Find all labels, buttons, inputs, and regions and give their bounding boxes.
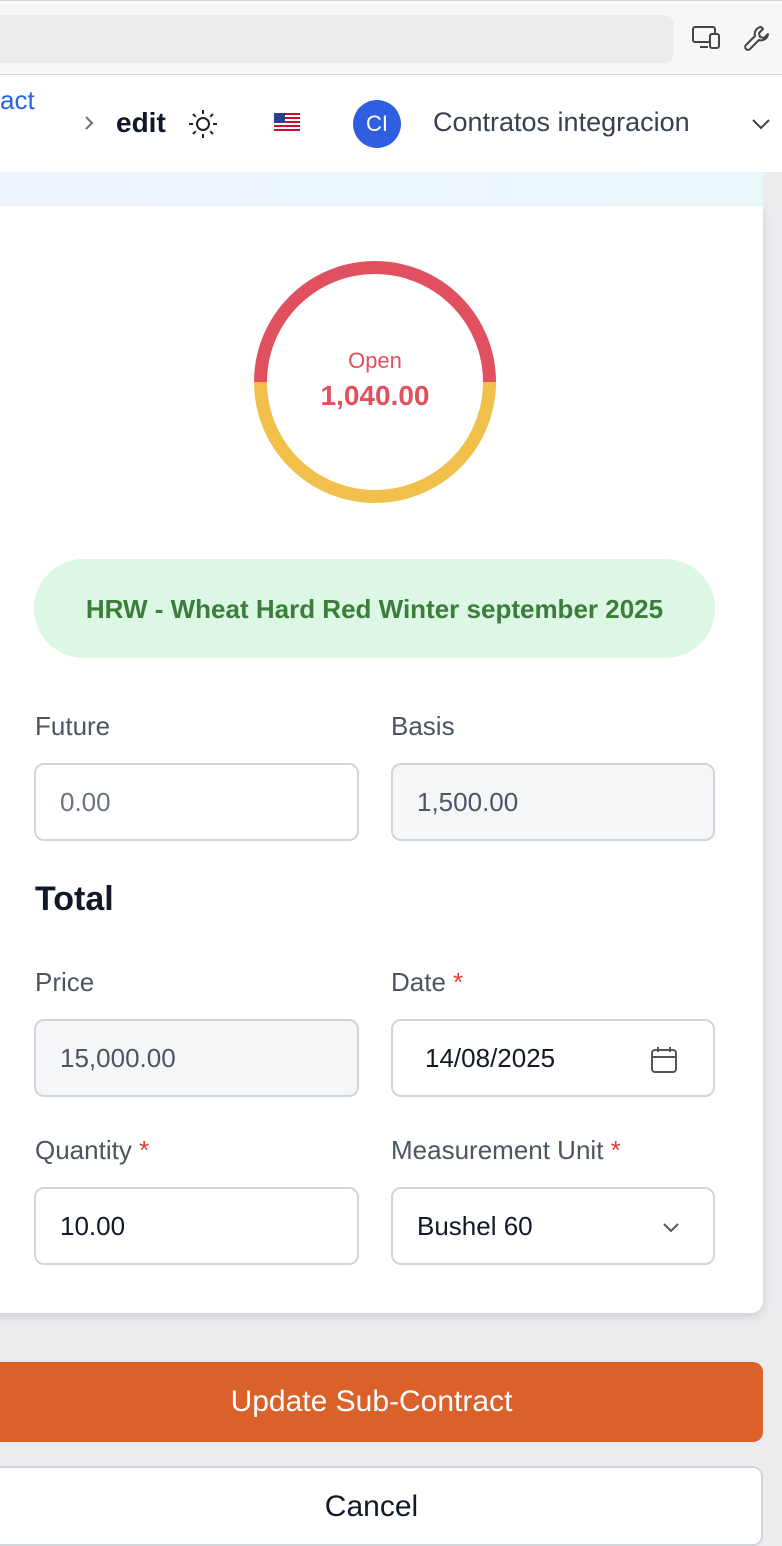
basis-label: Basis — [391, 711, 455, 741]
address-bar[interactable] — [0, 15, 674, 63]
date-input[interactable]: 14/08/2025 — [391, 1019, 715, 1097]
price-input[interactable]: 15,000.00 — [34, 1019, 359, 1097]
unit-label-text: Measurement Unit — [391, 1135, 604, 1165]
quantity-input[interactable]: 10.00 — [34, 1187, 359, 1265]
quantity-label-text: Quantity — [35, 1135, 132, 1165]
date-label: Date * — [391, 967, 463, 998]
devices-icon[interactable] — [689, 21, 723, 55]
breadcrumb-separator-icon — [82, 113, 96, 138]
date-label-text: Date — [391, 967, 446, 997]
future-label: Future — [35, 711, 111, 741]
avatar[interactable]: CI — [353, 100, 401, 148]
price-label: Price — [35, 967, 95, 997]
breadcrumb-current: edit — [116, 107, 166, 138]
date-value: 14/08/2025 — [425, 1042, 556, 1073]
status-value: 1,040.00 — [320, 380, 430, 411]
chevron-down-icon[interactable] — [748, 111, 774, 137]
breadcrumb-link[interactable]: act — [0, 85, 35, 116]
app-header: act edit CI Contratos integracion — [0, 75, 782, 172]
us-flag-icon[interactable] — [274, 113, 300, 131]
update-subcontract-button[interactable]: Update Sub-Contract — [0, 1362, 763, 1442]
org-name[interactable]: Contratos integracion — [433, 107, 690, 138]
product-badge: HRW - Wheat Hard Red Winter september 20… — [34, 559, 715, 658]
unit-value: Bushel 60 — [417, 1210, 533, 1241]
info-banner — [0, 172, 763, 206]
chevron-down-icon — [657, 1213, 685, 1241]
sun-icon[interactable] — [186, 107, 220, 141]
wrench-icon[interactable] — [740, 21, 774, 55]
future-input[interactable]: 0.00 — [34, 763, 359, 841]
required-mark: * — [610, 1135, 621, 1165]
browser-toolbar — [0, 0, 782, 75]
basis-input[interactable]: 1,500.00 — [391, 763, 715, 841]
unit-label: Measurement Unit * — [391, 1135, 621, 1166]
product-name: HRW - Wheat Hard Red Winter september 20… — [85, 593, 664, 624]
total-section-title: Total — [35, 880, 114, 918]
calendar-icon[interactable] — [649, 1045, 679, 1075]
required-mark: * — [453, 967, 464, 997]
quantity-label: Quantity * — [35, 1135, 149, 1166]
status-label: Open — [348, 348, 402, 373]
cancel-button[interactable]: Cancel — [0, 1466, 763, 1546]
required-mark: * — [139, 1135, 150, 1165]
measurement-unit-select[interactable]: Bushel 60 — [391, 1187, 715, 1265]
